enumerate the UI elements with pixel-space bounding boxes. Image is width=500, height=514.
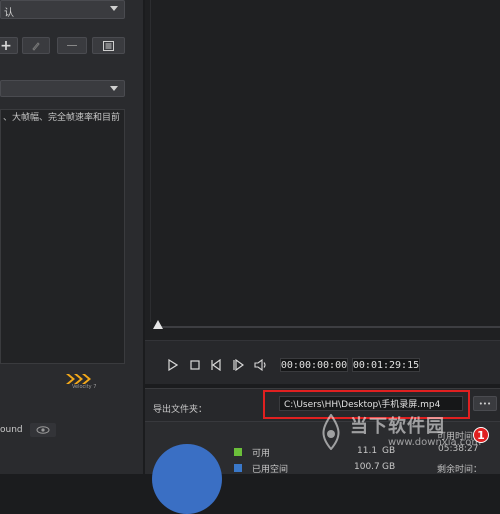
remove-button[interactable] bbox=[57, 37, 87, 54]
prev-frame-button[interactable] bbox=[208, 357, 224, 373]
eye-toggle[interactable] bbox=[30, 423, 56, 437]
current-timecode: 00:00:00:00 bbox=[280, 358, 348, 372]
velocity-logo: Velocity 7 bbox=[64, 373, 100, 393]
stop-button[interactable] bbox=[187, 357, 203, 373]
legend-available-swatch bbox=[234, 448, 242, 456]
step-forward-icon bbox=[233, 359, 244, 371]
preset-dropdown[interactable]: 认 bbox=[0, 0, 125, 19]
export-path-text: C:\Users\HH\Desktop\手机录屏.mp4 bbox=[284, 400, 441, 410]
export-folder-label: 导出文件夹： bbox=[153, 405, 208, 415]
eye-icon bbox=[36, 426, 50, 434]
legend-available-value: 11.1 bbox=[357, 446, 378, 456]
pencil-icon bbox=[32, 41, 40, 51]
browse-button[interactable]: ••• bbox=[473, 396, 497, 411]
chevron-down-icon bbox=[110, 86, 118, 91]
next-frame-button[interactable] bbox=[230, 357, 246, 373]
chevron-down-icon bbox=[110, 6, 118, 11]
stop-icon bbox=[190, 360, 200, 370]
description-text: 、大帧幅、完全帧速率和目前 bbox=[3, 113, 121, 123]
export-path-field[interactable]: C:\Users\HH\Desktop\手机录屏.mp4 bbox=[279, 396, 463, 411]
ellipsis-icon: ••• bbox=[478, 399, 492, 408]
disk-usage-pie bbox=[152, 444, 222, 514]
description-box: 、大帧幅、完全帧速率和目前 bbox=[0, 109, 125, 364]
list-icon bbox=[103, 40, 114, 51]
play-icon bbox=[168, 359, 178, 371]
plus-icon: + bbox=[0, 37, 12, 54]
remaining-time-label: 剩余时间： bbox=[437, 465, 483, 475]
watermark-url: www.downxia.com bbox=[388, 437, 482, 448]
list-button[interactable] bbox=[92, 37, 125, 54]
legend-used-value: 100.7 bbox=[354, 462, 380, 472]
edit-button[interactable] bbox=[22, 37, 50, 54]
watermark-text: 当下软件园 bbox=[350, 416, 445, 437]
step-back-icon bbox=[211, 359, 221, 371]
timeline-track[interactable] bbox=[155, 326, 500, 328]
legend-used-swatch bbox=[234, 464, 242, 472]
preset-dropdown-value: 认 bbox=[4, 8, 14, 19]
total-timecode: 00:01:29:15 bbox=[352, 358, 420, 372]
add-button[interactable]: + bbox=[0, 37, 18, 54]
legend-available-label: 可用 bbox=[252, 449, 271, 459]
minus-icon bbox=[67, 45, 77, 46]
volume-button[interactable] bbox=[253, 357, 269, 373]
play-button[interactable] bbox=[165, 357, 181, 373]
speaker-icon bbox=[254, 359, 266, 371]
watermark-logo-icon bbox=[318, 413, 344, 451]
legend-used-unit: GB bbox=[382, 462, 396, 472]
logo-text: Velocity 7 bbox=[72, 384, 97, 390]
playhead-handle[interactable] bbox=[153, 320, 163, 329]
format-dropdown[interactable] bbox=[0, 80, 125, 97]
step-badge: 1 bbox=[473, 427, 489, 443]
legend-used-label: 已用空间 bbox=[252, 465, 289, 475]
video-preview bbox=[150, 0, 500, 322]
sound-label: ound bbox=[0, 425, 23, 435]
